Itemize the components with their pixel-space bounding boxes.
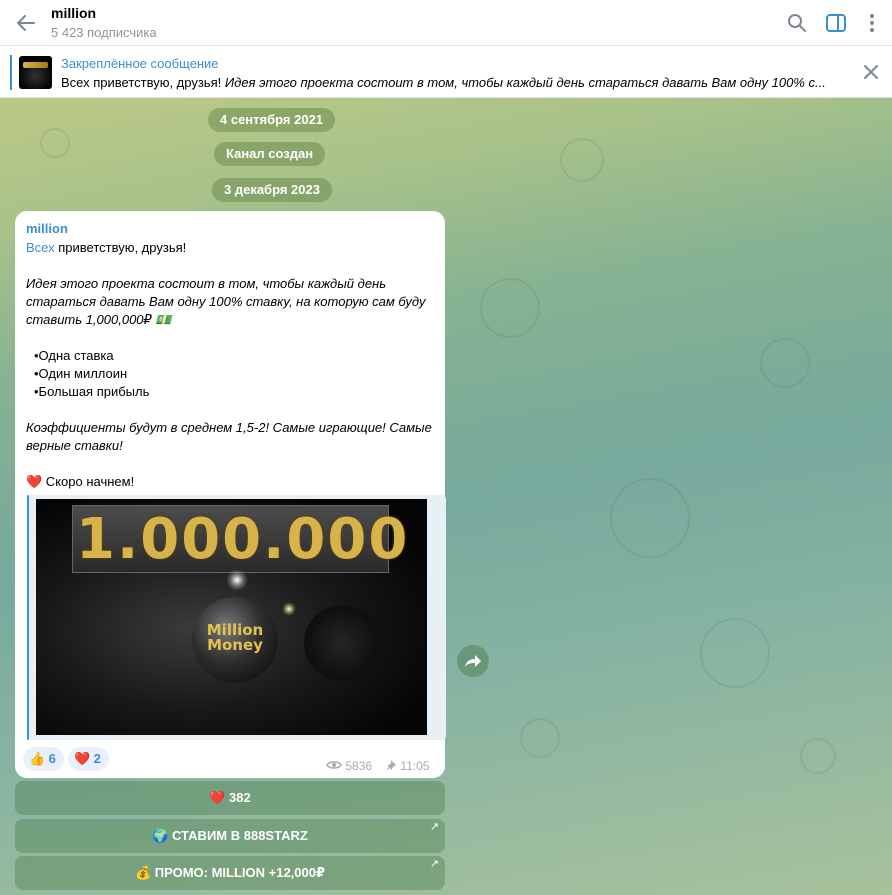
- date-separator: 3 декабря 2023: [212, 178, 332, 202]
- eye-icon: [326, 761, 342, 769]
- message-time: 11:05: [383, 759, 429, 773]
- message-paragraph: Идея этого проекта состоит в том, чтобы …: [26, 276, 426, 327]
- bullet-item: •Одна ставка: [34, 348, 114, 363]
- external-link-icon: ↗: [429, 821, 439, 833]
- preview-image[interactable]: 1.000.000 Million Money: [36, 499, 427, 735]
- hashtag-link[interactable]: Всех: [26, 240, 55, 255]
- pinned-accent-line: [10, 55, 12, 90]
- light-flare: [226, 569, 248, 591]
- message-text: Всех приветствую, друзья! Идея этого про…: [26, 239, 436, 491]
- inline-button-promo[interactable]: 💰 ПРОМО: MILLION +12,000₽ ↗: [15, 856, 445, 890]
- forward-button[interactable]: [457, 645, 489, 677]
- message-author[interactable]: million: [26, 221, 68, 236]
- channel-title[interactable]: million: [51, 5, 96, 21]
- light-flare: [282, 602, 296, 616]
- external-link-icon: ↗: [429, 858, 439, 870]
- reaction-count-button[interactable]: ❤️ 382: [15, 781, 445, 815]
- image-digits: 1.000.000: [76, 507, 410, 572]
- service-message: Канал создан: [214, 142, 326, 166]
- pinned-thumbnail: [19, 56, 52, 89]
- pinned-label: Закреплённое сообщение: [61, 56, 219, 71]
- date-separator: 4 сентября 2021: [208, 108, 336, 132]
- back-arrow-icon[interactable]: [14, 11, 38, 35]
- preview-accent-bar: [27, 495, 29, 740]
- pin-icon: [386, 760, 396, 771]
- more-vertical-icon[interactable]: [860, 11, 884, 35]
- dark-circle: [304, 605, 380, 681]
- side-panel-icon[interactable]: [824, 11, 848, 35]
- share-arrow-icon: [465, 655, 481, 667]
- pinned-preview: Всех приветствую, друзья! Идея этого про…: [61, 75, 826, 90]
- views-count: 5836: [326, 759, 372, 773]
- bullet-item: •Большая прибыль: [34, 384, 150, 399]
- pinned-message-bar[interactable]: Закреплённое сообщение Всех приветствую,…: [0, 47, 892, 98]
- bullet-item: •Один миллоин: [34, 366, 128, 381]
- inline-button-888starz[interactable]: 🌍 СТАВИМ В 888STARZ ↗: [15, 819, 445, 853]
- reaction-heart[interactable]: ❤️ 2: [68, 747, 109, 771]
- subscriber-count: 5 423 подписчика: [51, 25, 157, 40]
- link-preview-media[interactable]: 1.000.000 Million Money: [27, 495, 446, 740]
- reaction-thumbs-up[interactable]: 👍 6: [23, 747, 64, 771]
- coin-text: Million Money: [206, 621, 264, 654]
- close-icon[interactable]: [860, 61, 882, 83]
- message-paragraph: Коэффициенты будут в среднем 1,5-2! Самы…: [26, 420, 432, 453]
- heart-emoji-icon: ❤️: [26, 474, 43, 489]
- chat-header: million 5 423 подписчика: [0, 0, 892, 46]
- search-icon[interactable]: [785, 11, 809, 35]
- message-bubble[interactable]: million Всех приветствую, друзья! Идея э…: [15, 211, 446, 778]
- million-money-coin: Million Money: [192, 597, 278, 683]
